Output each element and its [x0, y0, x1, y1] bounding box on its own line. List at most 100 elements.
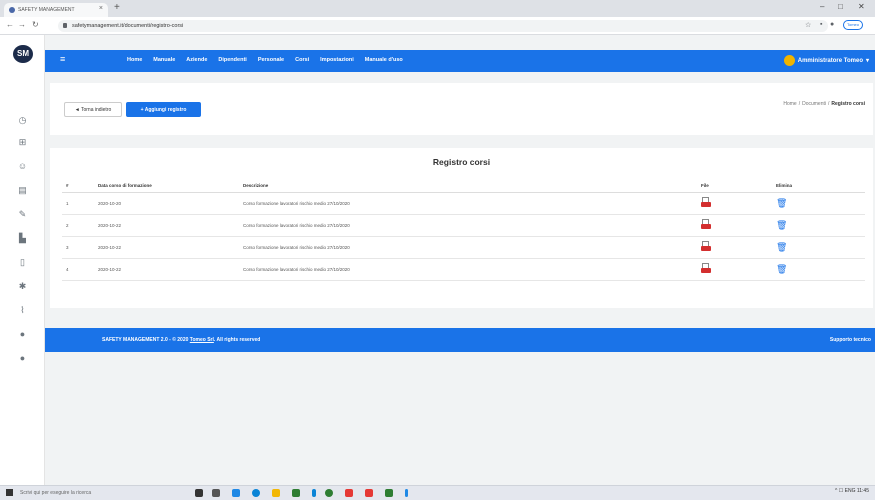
- trash-icon[interactable]: 🗑: [776, 220, 787, 231]
- taskbar-app-icon[interactable]: [212, 489, 220, 497]
- row-description: Corso formazione lavoratori rischio medi…: [239, 236, 697, 259]
- url-input[interactable]: safetymanagement.it/documenti/registro-c…: [58, 20, 828, 32]
- document-icon[interactable]: ▯: [0, 257, 45, 268]
- taskbar-app-icon[interactable]: [312, 489, 316, 497]
- top-navigation: ≡ Home Manuale Aziende Dipendenti Person…: [45, 50, 875, 72]
- reload-icon[interactable]: ↻: [32, 20, 39, 29]
- menu-item-impostazioni[interactable]: Impostazioni: [320, 57, 354, 63]
- alert-icon[interactable]: ●: [0, 329, 45, 339]
- settings-icon[interactable]: ✱: [0, 281, 45, 292]
- address-bar: ← → ↻ safetymanagement.it/documenti/regi…: [0, 17, 875, 35]
- chart-icon[interactable]: ▙: [0, 233, 45, 244]
- row-date: 2020-10-22: [94, 258, 239, 281]
- browser-tab-bar: SAFETY MANAGEMENT × + – □ ✕: [0, 0, 875, 17]
- column-header-file[interactable]: File: [697, 173, 772, 193]
- close-window-button[interactable]: ✕: [858, 2, 865, 11]
- extension-puzzle-icon[interactable]: ●: [830, 21, 834, 28]
- taskbar-app-icon[interactable]: [292, 489, 300, 497]
- table-row: 3 2020-10-22 Corso formazione lavoratori…: [62, 236, 865, 259]
- menu-item-home[interactable]: Home: [127, 57, 142, 63]
- avatar: [783, 55, 795, 66]
- row-number: 4: [62, 258, 94, 281]
- breadcrumb-separator: /: [827, 101, 830, 107]
- star-icon[interactable]: ☆: [805, 21, 811, 29]
- footer-text: SAFETY MANAGEMENT 2.0 - © 2020: [102, 337, 189, 343]
- menu-item-personale[interactable]: Personale: [258, 57, 284, 63]
- taskbar-app-icon[interactable]: [345, 489, 353, 497]
- lock-icon: [63, 23, 67, 28]
- page-title: Registro corsi: [432, 157, 491, 167]
- minimize-button[interactable]: –: [820, 2, 824, 11]
- new-tab-button[interactable]: +: [114, 3, 120, 13]
- chrome-icon[interactable]: [325, 489, 333, 497]
- pdf-file-icon[interactable]: [701, 241, 711, 252]
- row-description: Corso formazione lavoratori rischio medi…: [239, 192, 697, 215]
- grid-icon[interactable]: ⊞: [0, 137, 45, 148]
- menu-item-corsi[interactable]: Corsi: [295, 57, 309, 63]
- menu-item-manuale-uso[interactable]: Manuale d'uso: [365, 57, 403, 63]
- breadcrumb-documenti[interactable]: Documenti: [802, 101, 826, 107]
- browser-tab[interactable]: SAFETY MANAGEMENT ×: [4, 3, 108, 17]
- extensions-icon[interactable]: ▪: [820, 21, 822, 28]
- os-taskbar: Scrivi qui per eseguire la ricerca ^ ☐ E…: [0, 485, 875, 500]
- row-number: 1: [62, 192, 94, 215]
- back-button[interactable]: ◄ Torna indietro: [64, 102, 122, 117]
- table-icon[interactable]: ▤: [0, 185, 45, 196]
- column-header-date[interactable]: Data corso di formazione: [94, 173, 239, 193]
- tab-close-icon[interactable]: ×: [99, 5, 103, 12]
- maximize-button[interactable]: □: [838, 2, 843, 11]
- edge-icon[interactable]: [252, 489, 260, 497]
- row-date: 2020-10-22: [94, 214, 239, 237]
- taskbar-app-icon[interactable]: [232, 489, 240, 497]
- forward-arrow-icon[interactable]: →: [18, 20, 26, 29]
- hamburger-menu-icon[interactable]: ≡: [60, 54, 65, 64]
- chevron-down-icon: ▾: [865, 58, 869, 64]
- add-register-button[interactable]: + Aggiungi registro: [126, 102, 201, 117]
- url-text: safetymanagement.it/documenti/registro-c…: [72, 23, 184, 29]
- pdf-file-icon[interactable]: [701, 219, 711, 230]
- support-link[interactable]: Supporto tecnico: [830, 337, 871, 343]
- menu-item-manuale[interactable]: Manuale: [153, 57, 175, 63]
- menu-item-aziende[interactable]: Aziende: [186, 57, 207, 63]
- taskbar-app-icon[interactable]: [365, 489, 373, 497]
- trash-icon[interactable]: 🗑: [776, 242, 787, 253]
- windows-start-icon[interactable]: [6, 489, 13, 496]
- favicon-icon: [9, 7, 15, 13]
- column-header-delete[interactable]: Elimina: [772, 173, 865, 193]
- menu-item-dipendenti[interactable]: Dipendenti: [218, 57, 246, 63]
- trash-icon[interactable]: 🗑: [776, 264, 787, 275]
- table-row: 4 2020-10-22 Corso formazione lavoratori…: [62, 258, 865, 281]
- pdf-file-icon[interactable]: [701, 197, 711, 208]
- footer-copyright: SAFETY MANAGEMENT 2.0 - © 2020 Tomeo Srl…: [102, 337, 260, 343]
- task-view-icon[interactable]: [195, 489, 203, 497]
- column-header-description[interactable]: Descrizione: [239, 173, 697, 193]
- edit-icon[interactable]: ✎: [0, 209, 45, 220]
- table-header-row: # Data corso di formazione Descrizione F…: [62, 173, 865, 193]
- system-tray[interactable]: ^ ☐ ENG 11:45: [835, 488, 869, 494]
- dashboard-icon[interactable]: ◷: [0, 115, 45, 126]
- trash-icon[interactable]: 🗑: [776, 198, 787, 209]
- tab-title: SAFETY MANAGEMENT: [18, 7, 75, 13]
- breadcrumb-home[interactable]: Home: [783, 101, 796, 107]
- taskbar-search-input[interactable]: Scrivi qui per eseguire la ricerca: [20, 488, 170, 498]
- users-icon[interactable]: ☺: [0, 161, 45, 171]
- app-logo[interactable]: SM: [13, 45, 33, 63]
- pdf-file-icon[interactable]: [701, 263, 711, 274]
- taskbar-app-icon[interactable]: [385, 489, 393, 497]
- content-card: Registro corsi # Data corso di formazion…: [50, 148, 873, 308]
- breadcrumb-current: Registro corsi: [831, 101, 865, 107]
- table-row: 2 2020-10-22 Corso formazione lavoratori…: [62, 214, 865, 237]
- column-header-num[interactable]: #: [62, 173, 94, 193]
- folder-icon[interactable]: [272, 489, 280, 497]
- back-arrow-icon[interactable]: ←: [6, 20, 14, 29]
- row-date: 2020-10-20: [94, 192, 239, 215]
- profile-chip[interactable]: Tomeo: [843, 20, 863, 30]
- analytics-icon[interactable]: ⌇: [0, 305, 45, 316]
- toolbar-card: ◄ Torna indietro + Aggiungi registro Hom…: [50, 83, 873, 135]
- logout-icon[interactable]: ●: [0, 353, 45, 363]
- user-name: Amministratore Tomeo: [797, 57, 863, 64]
- app-sidebar: SM ◷ ⊞ ☺ ▤ ✎ ▙ ▯ ✱ ⌇ ● ●: [0, 35, 45, 485]
- footer-company-link[interactable]: Tomeo Srl: [190, 337, 214, 343]
- taskbar-app-icon[interactable]: [405, 489, 408, 497]
- user-menu[interactable]: Amministratore Tomeo ▾: [783, 55, 869, 66]
